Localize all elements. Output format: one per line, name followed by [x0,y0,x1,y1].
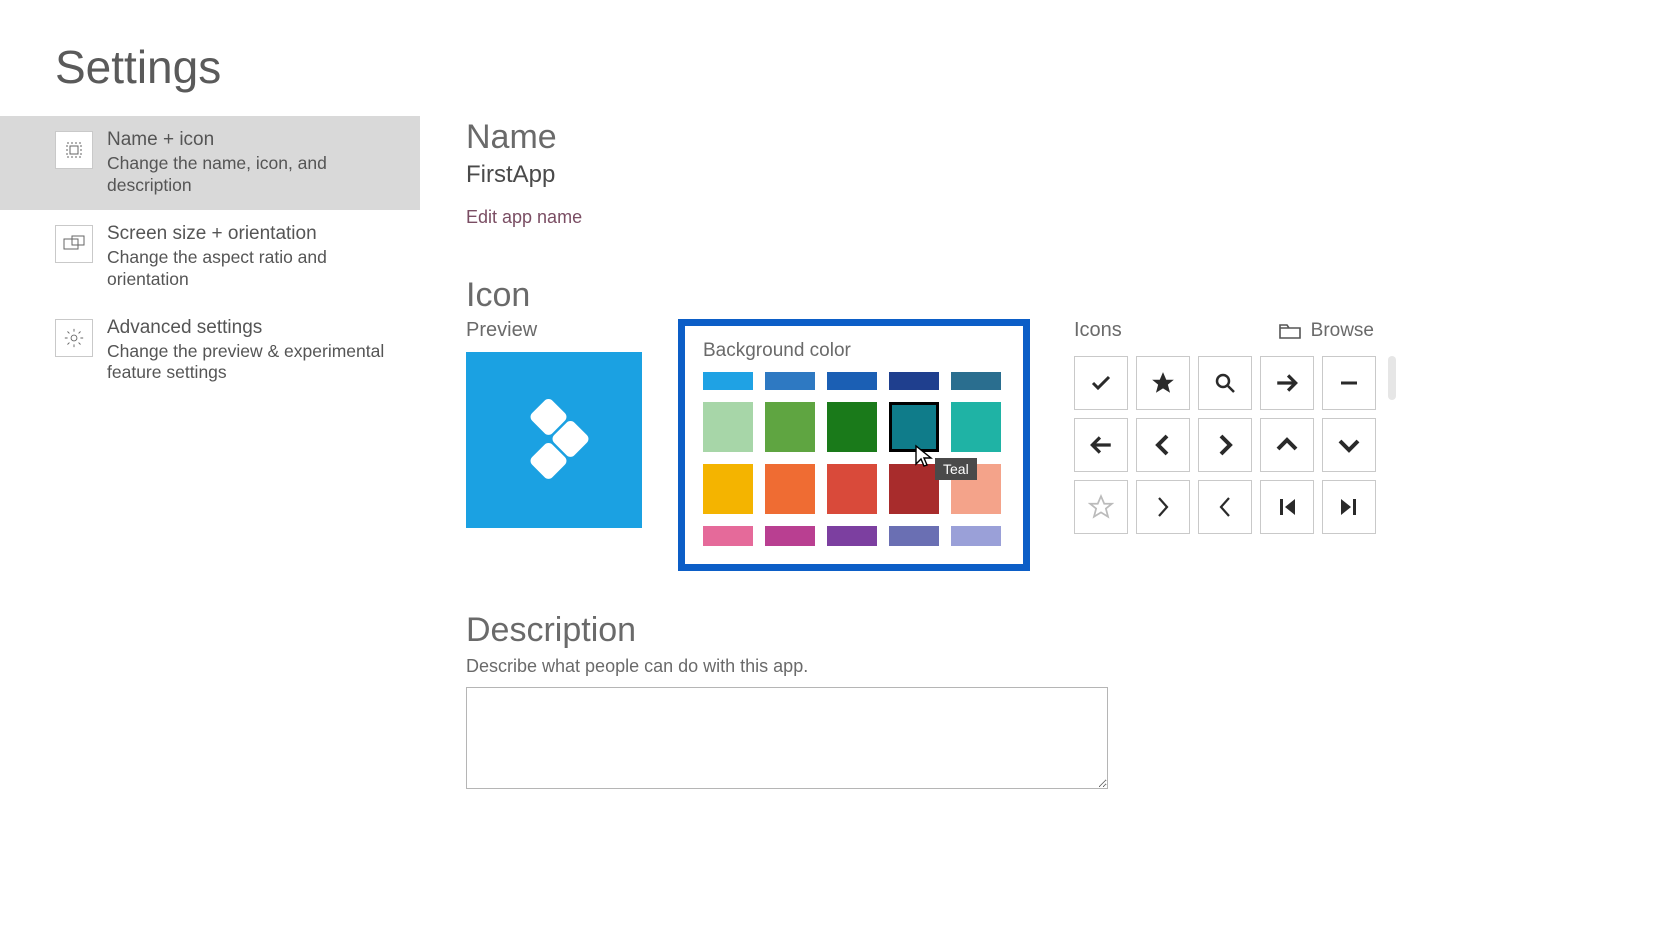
sidebar-item-title: Screen size + orientation [107,223,400,245]
name-icon-icon [55,131,93,169]
color-swatch[interactable] [765,402,815,452]
color-swatch[interactable] [889,464,939,514]
browse-button[interactable]: Browse [1279,320,1374,342]
glyph-chevron-up-icon[interactable] [1260,418,1314,472]
preview-label: Preview [466,319,642,342]
settings-sidebar: Name + icon Change the name, icon, and d… [0,116,420,397]
color-swatch[interactable] [765,464,815,514]
color-swatch[interactable] [889,526,939,546]
color-swatch[interactable] [827,372,877,390]
color-swatch[interactable] [889,372,939,390]
sidebar-item-name-icon[interactable]: Name + icon Change the name, icon, and d… [0,116,420,210]
glyph-chevron-down-icon[interactable] [1322,418,1376,472]
glyph-scrollbar[interactable] [1388,356,1396,400]
background-color-picker: Background color [678,319,1030,571]
icon-section: Icon Preview [466,276,1396,571]
icons-column: Icons Browse [1074,319,1396,534]
swatch-grid [703,372,1001,546]
app-icon-graphic [499,385,609,495]
page-title: Settings [55,40,1680,94]
preview-tile [466,352,642,528]
browse-label: Browse [1311,320,1374,342]
glyph-arrow-right-icon[interactable] [1260,356,1314,410]
color-swatch[interactable] [951,526,1001,546]
glyph-minus-icon[interactable] [1322,356,1376,410]
glyph-arrow-left-icon[interactable] [1074,418,1128,472]
description-textarea[interactable] [466,687,1108,789]
sidebar-item-title: Name + icon [107,129,400,151]
color-swatch[interactable] [703,402,753,452]
description-hint: Describe what people can do with this ap… [466,656,1396,677]
description-heading: Description [466,611,1396,650]
icons-label: Icons [1074,319,1122,342]
name-section: Name FirstApp Edit app name [466,118,1396,228]
app-name-value: FirstApp [466,161,1396,189]
name-heading: Name [466,118,1396,157]
color-swatch[interactable] [951,372,1001,390]
color-swatch[interactable] [765,372,815,390]
glyph-angle-left-icon[interactable] [1198,480,1252,534]
color-swatch[interactable] [951,464,1001,514]
folder-icon [1279,322,1301,340]
glyph-chevron-left-icon[interactable] [1136,418,1190,472]
color-swatch[interactable] [951,402,1001,452]
screen-size-icon [55,225,93,263]
color-swatch[interactable] [827,526,877,546]
glyph-skip-prev-icon[interactable] [1260,480,1314,534]
color-swatch[interactable] [703,464,753,514]
gear-icon [55,319,93,357]
main-content: Name FirstApp Edit app name Icon Preview [420,116,1396,794]
glyph-star-outline-icon[interactable] [1074,480,1128,534]
sidebar-item-desc: Change the preview & experimental featur… [107,341,400,385]
background-color-label: Background color [703,340,1005,362]
color-swatch[interactable] [827,402,877,452]
glyph-check-icon[interactable] [1074,356,1128,410]
description-section: Description Describe what people can do … [466,611,1396,794]
icon-heading: Icon [466,276,1396,315]
color-swatch[interactable] [703,372,753,390]
color-swatch[interactable] [827,464,877,514]
sidebar-item-advanced[interactable]: Advanced settings Change the preview & e… [0,304,420,398]
glyph-star-icon[interactable] [1136,356,1190,410]
color-swatch[interactable] [703,526,753,546]
glyph-angle-right-icon[interactable] [1136,480,1190,534]
sidebar-item-title: Advanced settings [107,317,400,339]
sidebar-item-desc: Change the aspect ratio and orientation [107,247,400,291]
edit-app-name-link[interactable]: Edit app name [466,207,582,227]
glyph-skip-next-icon[interactable] [1322,480,1376,534]
sidebar-item-desc: Change the name, icon, and description [107,153,400,197]
sidebar-item-screen-size[interactable]: Screen size + orientation Change the asp… [0,210,420,304]
glyph-chevron-right-icon[interactable] [1198,418,1252,472]
glyph-grid [1074,356,1376,534]
preview-column: Preview [466,319,642,528]
glyph-search-icon[interactable] [1198,356,1252,410]
color-swatch[interactable] [765,526,815,546]
color-swatch-teal[interactable] [889,402,939,452]
